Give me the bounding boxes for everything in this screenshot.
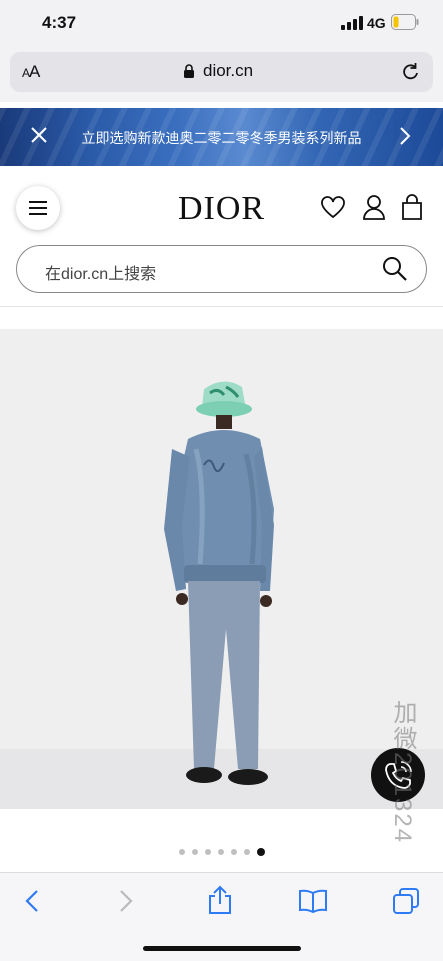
address-bar[interactable]: AA dior.cn [10,52,433,92]
battery-icon [391,14,419,30]
search-icon[interactable] [382,256,408,282]
status-bar: 4:37 4G [0,0,443,46]
search-placeholder: 在dior.cn上搜索 [45,266,157,283]
banner-text[interactable]: 立即选购新款迪奥二零二零冬季男装系列新品 [0,128,443,148]
carousel-dot[interactable] [243,848,250,855]
carousel-dot[interactable] [230,848,237,855]
chevron-right-icon[interactable] [118,889,134,913]
book-icon[interactable] [298,889,328,913]
carousel-dot[interactable] [204,848,211,855]
network-type: 4G [367,15,386,31]
text-size-button[interactable]: AA [22,62,40,82]
browser-address-area: AA dior.cn [0,46,443,102]
lock-icon [184,64,194,78]
carousel-dot[interactable] [178,848,185,855]
user-icon[interactable] [362,194,386,220]
model-figure [164,381,274,785]
promo-banner[interactable]: 立即选购新款迪奥二零二零冬季男装系列新品 [0,108,443,166]
watermark: 加微201324 [389,700,416,845]
carousel-dot[interactable] [256,847,265,856]
product-image[interactable] [0,329,443,809]
site-header: DIOR [0,166,443,250]
home-indicator [143,946,301,951]
carousel-dot[interactable] [191,848,198,855]
reload-icon[interactable] [401,61,421,83]
domain-label[interactable]: dior.cn [203,61,253,81]
divider [0,306,443,307]
shopping-bag-icon[interactable] [402,194,422,220]
signal-bars-icon [341,16,363,30]
share-icon[interactable] [207,885,233,915]
carousel-dots[interactable] [0,843,443,861]
search-input[interactable]: 在dior.cn上搜索 [16,245,427,293]
status-time: 4:37 [42,13,77,32]
carousel-dot[interactable] [217,848,224,855]
chevron-left-icon[interactable] [24,889,40,913]
tabs-icon[interactable] [392,887,420,915]
heart-icon[interactable] [320,196,346,220]
chevron-right-icon[interactable] [399,126,411,146]
